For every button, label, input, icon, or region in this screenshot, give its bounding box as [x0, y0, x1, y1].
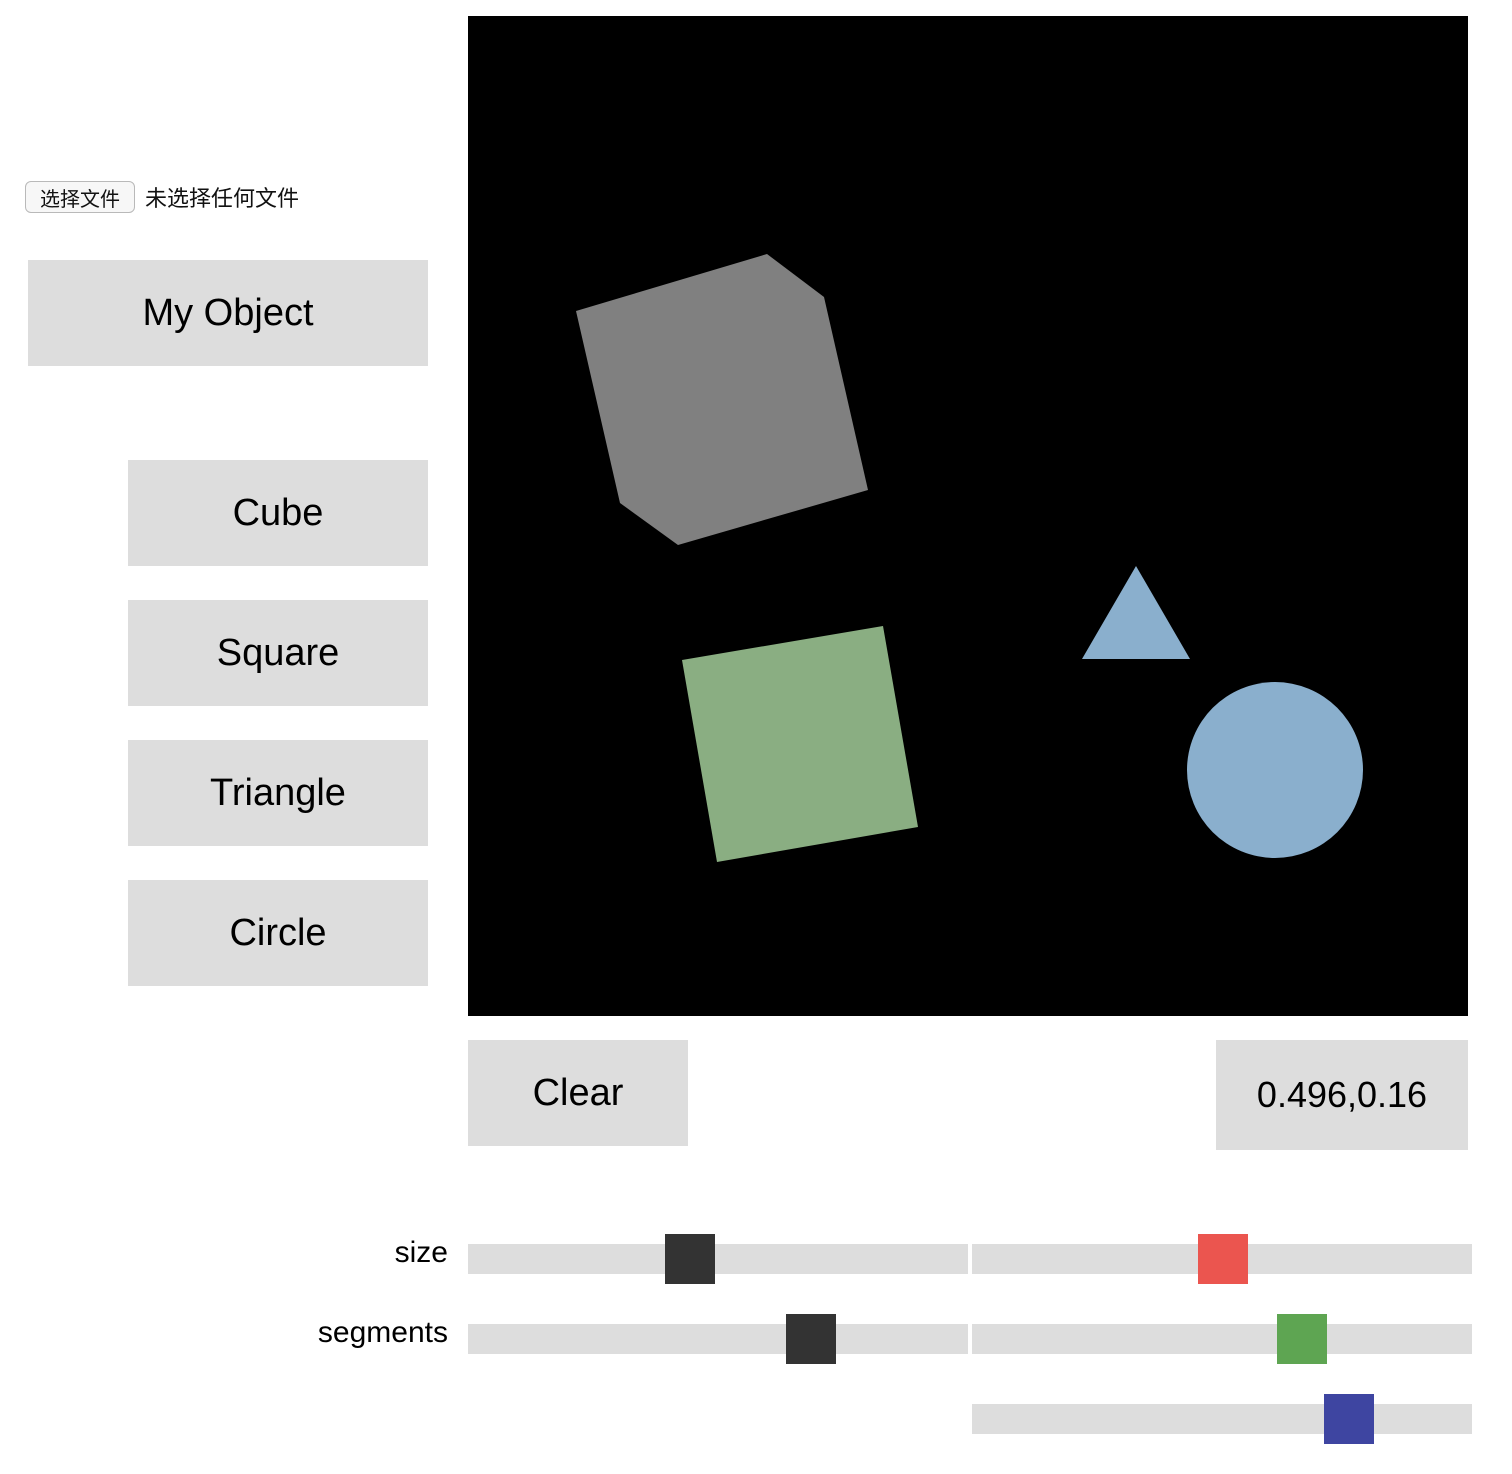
coordinate-readout: 0.496,0.16 [1216, 1040, 1468, 1150]
size-slider-thumb[interactable] [665, 1234, 715, 1284]
cube-button[interactable]: Cube [128, 460, 428, 566]
my-object-button[interactable]: My Object [28, 260, 428, 366]
blue-slider-thumb[interactable] [1324, 1394, 1374, 1444]
circle-shape[interactable] [1187, 682, 1363, 858]
clear-button[interactable]: Clear [468, 1040, 688, 1146]
file-status-text: 未选择任何文件 [145, 187, 300, 212]
size-label: size [394, 1236, 448, 1269]
render-canvas[interactable] [468, 16, 1468, 1016]
red-slider[interactable] [972, 1234, 1472, 1284]
size-slider[interactable] [468, 1234, 968, 1284]
segments-slider-thumb[interactable] [786, 1314, 836, 1364]
blue-slider[interactable] [972, 1394, 1472, 1444]
cube-shape[interactable] [576, 254, 868, 545]
choose-file-button[interactable]: 选择文件 [25, 181, 135, 213]
green-slider[interactable] [972, 1314, 1472, 1364]
file-input[interactable]: 选择文件 未选择任何文件 [25, 181, 299, 213]
square-shape[interactable] [682, 626, 918, 862]
segments-slider[interactable] [468, 1314, 968, 1364]
red-slider-thumb[interactable] [1198, 1234, 1248, 1284]
circle-button[interactable]: Circle [128, 880, 428, 986]
triangle-button[interactable]: Triangle [128, 740, 428, 846]
segments-label: segments [317, 1316, 448, 1349]
scene-svg [576, 254, 1363, 862]
green-slider-thumb[interactable] [1277, 1314, 1327, 1364]
square-button[interactable]: Square [128, 600, 428, 706]
triangle-shape[interactable] [1082, 566, 1190, 659]
